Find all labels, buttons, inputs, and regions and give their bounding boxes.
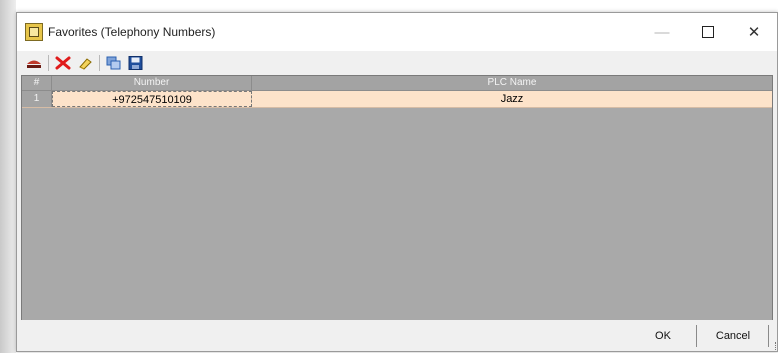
save-icon	[128, 56, 143, 70]
title-bar[interactable]: Favorites (Telephony Numbers) — ✕	[17, 13, 777, 51]
app-icon	[25, 23, 43, 41]
dialog-footer: OK Cancel	[17, 320, 777, 351]
copy-button[interactable]	[103, 53, 125, 73]
toolbar	[17, 51, 777, 75]
delete-icon	[55, 56, 71, 70]
dial-icon	[27, 60, 41, 68]
delete-button[interactable]	[52, 53, 74, 73]
toolbar-separator	[99, 55, 100, 71]
maximize-icon	[702, 26, 714, 38]
favorites-grid[interactable]: # Number PLC Name 1 +972547510109 Jazz	[21, 75, 773, 322]
window-title: Favorites (Telephony Numbers)	[48, 25, 216, 39]
column-header-plc-name[interactable]: PLC Name	[252, 76, 772, 90]
dial-button[interactable]	[23, 53, 45, 73]
maximize-button[interactable]	[685, 13, 731, 51]
column-header-number[interactable]: Number	[52, 76, 252, 90]
toolbar-separator	[48, 55, 49, 71]
close-button[interactable]: ✕	[731, 13, 777, 51]
button-separator	[696, 325, 697, 347]
grid-header: # Number PLC Name	[22, 76, 772, 91]
copy-icon	[106, 56, 121, 70]
cancel-button[interactable]: Cancel	[701, 326, 765, 346]
row-index-cell[interactable]: 1	[22, 91, 52, 107]
plc-name-cell[interactable]: Jazz	[252, 91, 772, 107]
table-row[interactable]: 1 +972547510109 Jazz	[22, 91, 772, 108]
favorites-dialog: Favorites (Telephony Numbers) — ✕ # Numb…	[16, 12, 778, 352]
resize-grip-icon[interactable]	[769, 342, 776, 350]
background-edge	[0, 0, 16, 353]
number-cell[interactable]: +972547510109	[52, 91, 252, 107]
clear-button[interactable]	[74, 53, 96, 73]
ok-button[interactable]: OK	[635, 326, 691, 346]
column-header-index[interactable]: #	[22, 76, 52, 90]
minimize-button[interactable]: —	[639, 13, 685, 51]
eraser-icon	[79, 58, 92, 70]
save-button[interactable]	[125, 53, 147, 73]
